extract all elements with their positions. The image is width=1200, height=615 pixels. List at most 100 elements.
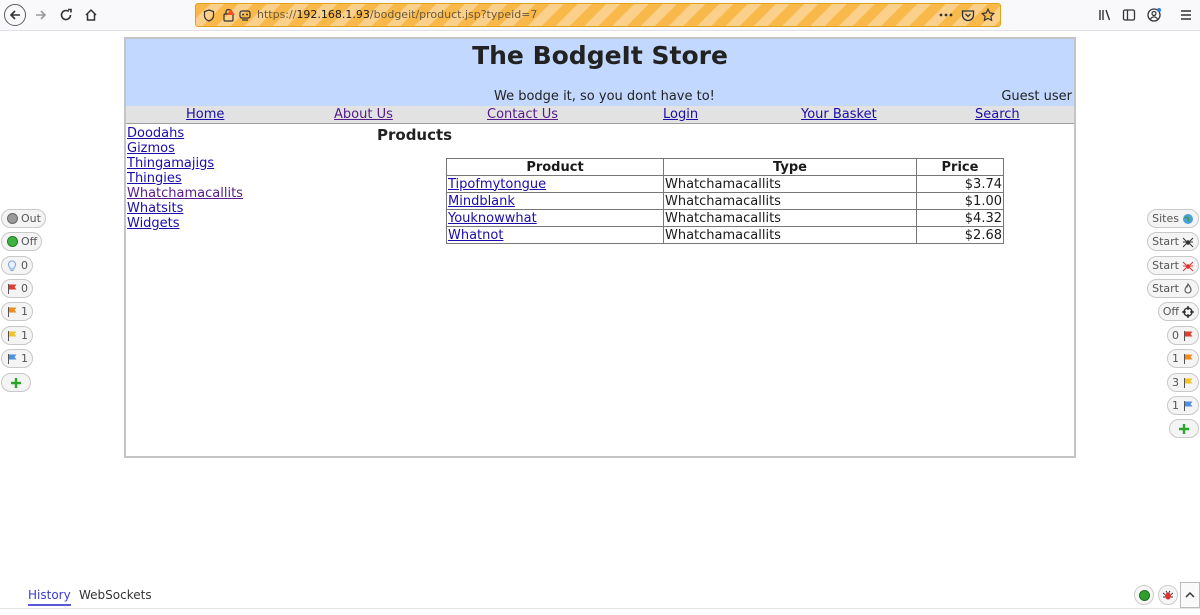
hud-site-low-count: 3	[1172, 376, 1179, 389]
column-header-price: Price	[916, 158, 1004, 176]
hud-page-alerts-info-button[interactable]: 0	[1, 256, 33, 275]
connection-icon[interactable]	[237, 7, 253, 23]
product-type-cell: Whatchamacallits	[663, 175, 917, 193]
red-flag-icon	[6, 283, 18, 295]
hud-site-medium-count: 1	[1172, 352, 1179, 365]
table-row: Mindblank Whatchamacallits $1.00	[446, 192, 1004, 210]
product-type-cell: Whatchamacallits	[663, 192, 917, 210]
store-header: The BodgeIt Store We bodge it, so you do…	[126, 39, 1074, 106]
browser-toolbar: https://192.168.1.93/bodgeit/product.jsp…	[0, 0, 1200, 31]
nav-about-link[interactable]: About Us	[334, 107, 393, 122]
home-button[interactable]	[80, 4, 102, 26]
hud-breakpoint-button[interactable]	[1158, 585, 1178, 605]
category-link-thingies[interactable]: Thingies	[127, 171, 243, 186]
menu-button[interactable]	[1175, 4, 1197, 26]
pocket-icon[interactable]	[960, 7, 976, 23]
hud-attack-mode-label: Off	[1162, 305, 1179, 318]
green-circle-icon	[6, 236, 18, 248]
shield-icon[interactable]	[201, 7, 217, 23]
category-link-widgets[interactable]: Widgets	[127, 216, 243, 231]
arrow-right-icon	[36, 10, 47, 20]
library-icon	[1099, 9, 1111, 21]
reload-icon	[60, 8, 72, 21]
hud-break-button[interactable]: Off	[1, 232, 43, 251]
hud-active-scan-button[interactable]: Start	[1147, 279, 1199, 298]
hud-spider-button[interactable]: Start	[1147, 232, 1199, 251]
reload-button[interactable]	[55, 4, 77, 26]
url-scheme: https://	[257, 8, 297, 21]
url-text[interactable]: https://192.168.1.93/bodgeit/product.jsp…	[257, 8, 537, 21]
category-link-whatsits[interactable]: Whatsits	[127, 201, 243, 216]
product-price-cell: $3.74	[916, 175, 1004, 193]
product-link[interactable]: Tipofmytongue	[448, 177, 546, 192]
product-link[interactable]: Youknowwhat	[448, 211, 537, 226]
hud-scope-label: Out	[21, 212, 41, 225]
category-link-doodahs[interactable]: Doodahs	[127, 126, 243, 141]
red-flag-icon	[1182, 330, 1194, 342]
hud-site-high-count: 0	[1172, 329, 1179, 342]
hud-sites-button[interactable]: Sites	[1147, 209, 1199, 228]
back-button[interactable]	[4, 4, 26, 26]
yellow-flag-icon	[1182, 377, 1194, 389]
hud-site-alerts-low-button[interactable]: 3	[1167, 373, 1199, 392]
table-row: Whatnot Whatchamacallits $2.68	[446, 226, 1004, 244]
category-link-whatchamacallits[interactable]: Whatchamacallits	[127, 186, 243, 201]
product-price-cell: $4.32	[916, 209, 1004, 227]
bottom-divider	[0, 608, 1200, 609]
crosshair-icon	[1182, 305, 1194, 318]
yellow-flag-icon	[6, 330, 18, 342]
home-icon	[85, 8, 97, 21]
nav-contact-link[interactable]: Contact Us	[487, 107, 558, 122]
hud-spider-label: Start	[1152, 235, 1179, 248]
category-link-gizmos[interactable]: Gizmos	[127, 141, 243, 156]
hud-break-status-button[interactable]	[1134, 585, 1154, 605]
hud-high-count: 0	[21, 282, 28, 295]
hud-page-alerts-medium-button[interactable]: 1	[1, 302, 33, 321]
bug-icon	[1162, 590, 1174, 600]
column-header-type: Type	[663, 158, 917, 176]
lock-warning-icon[interactable]	[221, 7, 237, 23]
hud-page-alerts-high-button[interactable]: 0	[1, 279, 33, 298]
library-button[interactable]	[1094, 4, 1116, 26]
lightbulb-icon	[6, 259, 18, 272]
more-actions-icon[interactable]	[938, 7, 954, 23]
category-link-thingamajigs[interactable]: Thingamajigs	[127, 156, 243, 171]
hud-ajax-spider-button[interactable]: Start	[1147, 256, 1199, 275]
product-name-cell: Youknowwhat	[446, 209, 664, 227]
gray-circle-icon	[6, 213, 18, 225]
product-link[interactable]: Whatnot	[448, 228, 503, 243]
hud-add-tool-right-button[interactable]	[1169, 419, 1199, 438]
hud-page-alerts-low-button[interactable]: 1	[1, 326, 33, 345]
hud-scope-button[interactable]: Out	[1, 209, 46, 228]
sidebar-toggle-button[interactable]	[1118, 4, 1140, 26]
hud-attack-mode-button[interactable]: Off	[1157, 302, 1199, 321]
globe-icon	[1182, 213, 1194, 225]
tab-history[interactable]: History	[28, 588, 71, 606]
account-button[interactable]	[1143, 4, 1165, 26]
blue-flag-icon	[6, 353, 18, 365]
user-status: Guest user	[1001, 89, 1072, 104]
nav-basket-link[interactable]: Your Basket	[801, 107, 877, 122]
hud-site-alerts-high-button[interactable]: 0	[1167, 326, 1199, 345]
green-circle-icon	[1138, 589, 1150, 601]
nav-home-link[interactable]: Home	[186, 107, 224, 122]
bookmark-star-icon[interactable]	[980, 7, 996, 23]
nav-login-link[interactable]: Login	[663, 107, 698, 122]
tab-websockets[interactable]: WebSockets	[79, 588, 152, 604]
hud-site-alerts-medium-button[interactable]: 1	[1167, 349, 1199, 368]
ajax-spider-icon	[1182, 260, 1194, 272]
url-path: /bodgeit/product.jsp?typeid=7	[369, 8, 538, 21]
forward-button[interactable]	[30, 4, 52, 26]
expand-drawer-button[interactable]	[1180, 582, 1200, 608]
hud-site-alerts-informational-button[interactable]: 1	[1167, 396, 1199, 415]
nav-search-link[interactable]: Search	[975, 107, 1020, 122]
url-bar[interactable]: https://192.168.1.93/bodgeit/product.jsp…	[195, 3, 1001, 27]
product-name-cell: Tipofmytongue	[446, 175, 664, 193]
hud-add-tool-left-button[interactable]	[1, 373, 31, 392]
products-table: Product Type Price Tipofmytongue Whatcha…	[446, 158, 1004, 244]
orange-flag-icon	[6, 306, 18, 318]
product-link[interactable]: Mindblank	[448, 194, 515, 209]
hud-page-alerts-informational-button[interactable]: 1	[1, 349, 33, 368]
hud-ajax-spider-label: Start	[1152, 259, 1179, 272]
product-name-cell: Mindblank	[446, 192, 664, 210]
